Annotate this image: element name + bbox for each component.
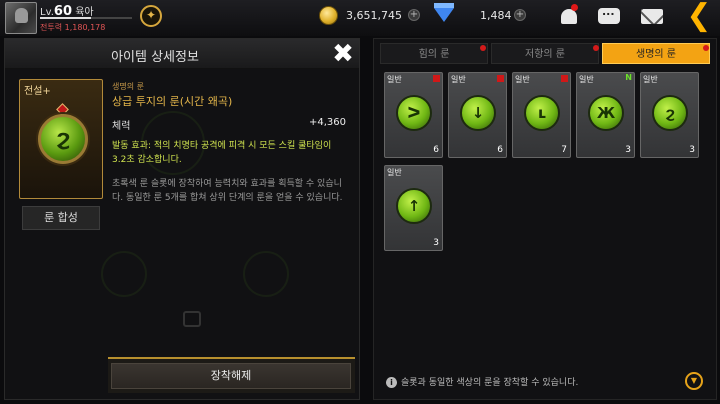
item-detail-panel: 아이템 상세정보 ✖ 전설+ ϩ 룬 합성 생명의 룬 상급 투지의 룬(시간 … <box>4 38 360 400</box>
rune-grade-tag: 일반 <box>515 75 530 84</box>
top-bar: Lv.60 육아 전투력 1,180,178 ✦ 3,651,745 + 1,4… <box>0 0 720 36</box>
rune-count: 3 <box>689 145 695 155</box>
scroll-down-icon[interactable]: ▼ <box>685 372 703 390</box>
footer-note: i 슬롯과 동일한 색상의 룬을 장착할 수 있습니다. <box>386 375 578 388</box>
tab-life-rune[interactable]: 생명의 룬 <box>602 43 710 64</box>
background-slot-ghost <box>101 251 147 297</box>
stat-name: 체력 <box>112 121 131 132</box>
diamond-icon <box>434 3 454 22</box>
new-item-marker <box>561 75 568 82</box>
rune-orb-icon: ϩ <box>652 95 688 131</box>
unequip-frame: 장착해제 <box>108 357 355 393</box>
rune-orb-icon: ʟ <box>524 95 560 131</box>
lock-icon <box>183 311 201 327</box>
rune-slot[interactable]: 일반 ᐳ 6 <box>384 72 443 158</box>
rune-synthesis-button[interactable]: 룬 합성 <box>22 206 100 230</box>
add-gem-button[interactable]: + <box>514 9 526 21</box>
close-icon[interactable]: ✖ <box>330 41 356 67</box>
rune-orb-icon: Ж <box>588 95 624 131</box>
rune-slot[interactable]: 일반 ϩ 3 <box>640 72 699 158</box>
info-icon: i <box>386 377 397 388</box>
footer-note-text: 슬롯과 동일한 색상의 룬을 장착할 수 있습니다. <box>401 378 579 388</box>
rune-orb-icon: ϩ <box>38 114 88 164</box>
background-slot-ghost <box>243 251 289 297</box>
gold-coin-icon <box>319 6 338 25</box>
new-item-marker <box>497 75 504 82</box>
tab-alert-dot <box>480 45 486 51</box>
tab-alert-dot <box>593 45 599 51</box>
rune-grade-tag: 일반 <box>387 75 402 84</box>
player-avatar[interactable] <box>5 2 37 34</box>
new-item-marker: N <box>625 73 632 82</box>
bell-alert-dot <box>571 4 578 11</box>
rune-category: 생명의 룬 <box>112 82 144 91</box>
rune-grade-tag: 일반 <box>387 168 402 177</box>
lightbulb-icon[interactable]: ✦ <box>140 5 162 27</box>
item-detail-title: 아이템 상세정보 <box>111 50 199 65</box>
rune-count: 3 <box>625 145 631 155</box>
effect-text: 발동 효과: 적의 치명타 공격에 피격 시 모든 스킬 쿨타임이 3.2초 감… <box>112 141 332 165</box>
new-item-marker <box>433 75 440 82</box>
rune-grade-tag: 일반 <box>643 75 658 84</box>
combat-power-label: 전투력 <box>40 23 63 32</box>
tab-strength-rune[interactable]: 힘의 룬 <box>380 43 488 64</box>
item-card: 전설+ ϩ <box>19 79 103 199</box>
gold-amount: 3,651,745 <box>346 9 402 22</box>
rune-count: 7 <box>561 145 567 155</box>
rune-count: 3 <box>433 238 439 248</box>
rune-slot[interactable]: 일반 ↑ 3 <box>384 165 443 251</box>
xp-bar <box>40 17 132 19</box>
chat-icon[interactable] <box>597 5 621 27</box>
tab-resistance-rune[interactable]: 저항의 룬 <box>491 43 599 64</box>
rune-name: 상급 투지의 룬(시간 왜곡) <box>112 95 233 108</box>
stat-value: +4,360 <box>308 117 346 128</box>
rune-grade-tag: 일반 <box>579 75 594 84</box>
back-arrow-icon[interactable]: ❮ <box>684 1 714 32</box>
xp-bar-fill <box>40 17 91 19</box>
combat-power: 전투력 1,180,178 <box>40 22 105 33</box>
item-detail-header: 아이템 상세정보 ✖ <box>5 39 359 69</box>
tab-alert-dot <box>703 45 709 51</box>
gem-amount: 1,484 <box>480 9 512 22</box>
item-grade: 전설+ <box>24 86 51 97</box>
rune-orb-icon: ↓ <box>460 95 496 131</box>
combat-power-value: 1,180,178 <box>64 23 106 32</box>
add-gold-button[interactable]: + <box>408 9 420 21</box>
rune-grade-tag: 일반 <box>451 75 466 84</box>
rune-count: 6 <box>433 145 439 155</box>
rune-slot[interactable]: 일반 ↓ 6 <box>448 72 507 158</box>
unequip-button[interactable]: 장착해제 <box>111 363 351 389</box>
rune-count: 6 <box>497 145 503 155</box>
rune-inventory-panel: 힘의 룬 저항의 룬 생명의 룬 일반 ᐳ 6 일반 ↓ 6 일반 ʟ 7 일반… <box>373 38 717 400</box>
mail-icon[interactable] <box>640 5 664 27</box>
rune-slot[interactable]: 일반 ʟ 7 <box>512 72 571 158</box>
rune-orb-icon: ↑ <box>396 188 432 224</box>
rune-slot[interactable]: 일반 N Ж 3 <box>576 72 635 158</box>
rune-orb-icon: ᐳ <box>396 95 432 131</box>
rune-description: 초록색 룬 슬롯에 장착하여 능력치와 효과를 획득할 수 있습니다. 동일한 … <box>112 179 343 203</box>
